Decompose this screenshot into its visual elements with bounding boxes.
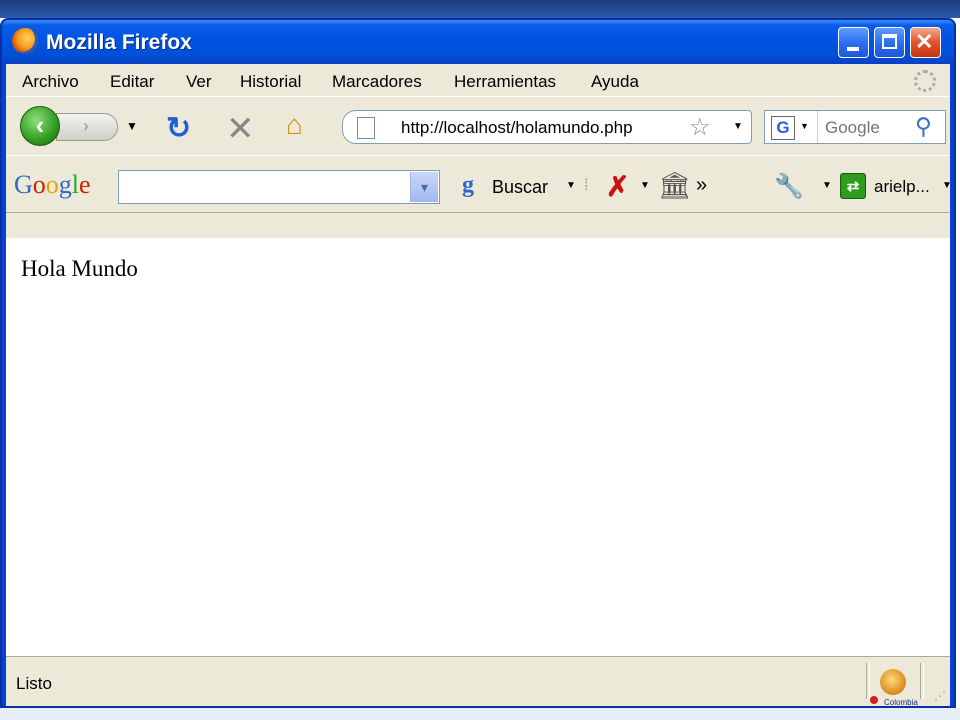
history-dropdown-icon[interactable]: ▼ xyxy=(126,119,138,133)
logo-letter: g xyxy=(58,170,72,199)
wrench-dropdown-icon[interactable]: ▼ xyxy=(822,180,832,191)
throbber-icon xyxy=(914,70,936,92)
magnifier-icon[interactable]: ⚲ xyxy=(915,113,932,140)
menu-herramientas[interactable]: Herramientas xyxy=(454,72,556,92)
smiley-icon[interactable] xyxy=(880,669,906,695)
logo-letter: o xyxy=(45,170,59,199)
url-dropdown-icon[interactable]: ▼ xyxy=(733,121,743,132)
logo-letter: l xyxy=(71,170,80,199)
navigation-toolbar: › ‹ ▼ ↻ ✕ ⌂ http://localhost/holamundo.p… xyxy=(6,96,950,156)
page-content: Hola Mundo xyxy=(6,238,950,656)
toolbar-grip-icon: ⁞ xyxy=(584,177,589,194)
close-icon: ✕ xyxy=(915,29,934,54)
window-title: Mozilla Firefox xyxy=(46,31,192,54)
home-icon[interactable]: ⌂ xyxy=(286,109,303,141)
status-divider xyxy=(920,663,924,699)
browser-chrome: Archivo Editar Ver Historial Marcadores … xyxy=(6,64,952,238)
google-logo: Google xyxy=(14,170,91,200)
forward-button[interactable]: › xyxy=(56,113,118,141)
menu-marcadores[interactable]: Marcadores xyxy=(332,72,422,92)
search-input[interactable] xyxy=(825,118,905,138)
menu-archivo[interactable]: Archivo xyxy=(22,72,79,92)
firefox-logo-icon xyxy=(12,28,38,54)
back-button[interactable]: ‹ xyxy=(20,106,60,146)
google-toolbar: Google ▾ g Buscar ▼ ⁞ ✗ ▼ 🏛 » 🔧 ▼ ⇄ arie… xyxy=(6,155,952,213)
back-arrow-icon: ‹ xyxy=(35,110,45,140)
status-text: Listo xyxy=(16,674,52,693)
stop-icon[interactable]: ✕ xyxy=(226,109,255,149)
menu-historial[interactable]: Historial xyxy=(240,72,301,92)
toolbar-overflow-button[interactable]: » xyxy=(696,174,707,197)
maximize-button[interactable] xyxy=(874,27,905,58)
google-toolbar-input[interactable] xyxy=(123,177,403,195)
buscar-button[interactable]: Buscar xyxy=(492,177,548,198)
minimize-icon xyxy=(847,47,859,51)
menu-bar: Archivo Editar Ver Historial Marcadores … xyxy=(6,64,950,96)
user-dropdown-icon[interactable]: ▼ xyxy=(942,180,952,191)
slide-bottom-band xyxy=(0,708,960,720)
browser-window: Mozilla Firefox ✕ Archivo Editar Ver His… xyxy=(0,18,956,708)
title-bar[interactable]: Mozilla Firefox ✕ xyxy=(2,20,954,64)
google-g-icon[interactable]: g xyxy=(462,172,474,199)
url-bar[interactable]: http://localhost/holamundo.php ☆ ▼ xyxy=(342,110,752,144)
status-bar: Listo ⋰ xyxy=(6,656,950,706)
combo-dropdown-icon[interactable]: ▾ xyxy=(410,172,438,202)
page-text: Hola Mundo xyxy=(21,256,138,281)
page-icon xyxy=(357,117,375,139)
menu-ver[interactable]: Ver xyxy=(186,72,212,92)
search-box[interactable]: G ▼ ⚲ xyxy=(764,110,946,144)
menu-editar[interactable]: Editar xyxy=(110,72,154,92)
reload-icon[interactable]: ↻ xyxy=(166,111,191,146)
corner-logo-icon xyxy=(870,696,878,704)
google-toolbar-search[interactable]: ▾ xyxy=(118,170,440,204)
engine-dropdown-icon[interactable]: ▼ xyxy=(800,121,809,131)
resize-grip-icon[interactable]: ⋰ xyxy=(934,689,946,703)
x-dropdown-icon[interactable]: ▼ xyxy=(640,180,650,191)
share-icon[interactable]: ⇄ xyxy=(840,173,866,199)
google-engine-icon[interactable]: G xyxy=(771,116,795,140)
bank-icon[interactable]: 🏛 xyxy=(658,170,691,201)
close-button[interactable]: ✕ xyxy=(910,27,941,58)
minimize-button[interactable] xyxy=(838,27,869,58)
maximize-icon xyxy=(882,34,897,49)
x-mark-icon[interactable]: ✗ xyxy=(606,170,629,203)
logo-letter: o xyxy=(32,170,46,199)
logo-letter: G xyxy=(14,170,33,199)
corner-label: Colombia xyxy=(884,698,918,707)
url-text[interactable]: http://localhost/holamundo.php xyxy=(401,118,633,138)
bookmark-star-icon[interactable]: ☆ xyxy=(689,113,711,142)
user-button[interactable]: arielp... xyxy=(874,177,930,197)
logo-letter: e xyxy=(79,170,91,199)
search-divider xyxy=(817,111,818,143)
forward-arrow-icon: › xyxy=(83,116,89,136)
wrench-icon[interactable]: 🔧 xyxy=(774,172,804,201)
menu-ayuda[interactable]: Ayuda xyxy=(591,72,639,92)
slide-top-band xyxy=(0,0,960,18)
buscar-dropdown-icon[interactable]: ▼ xyxy=(566,180,576,191)
status-divider xyxy=(866,663,870,699)
